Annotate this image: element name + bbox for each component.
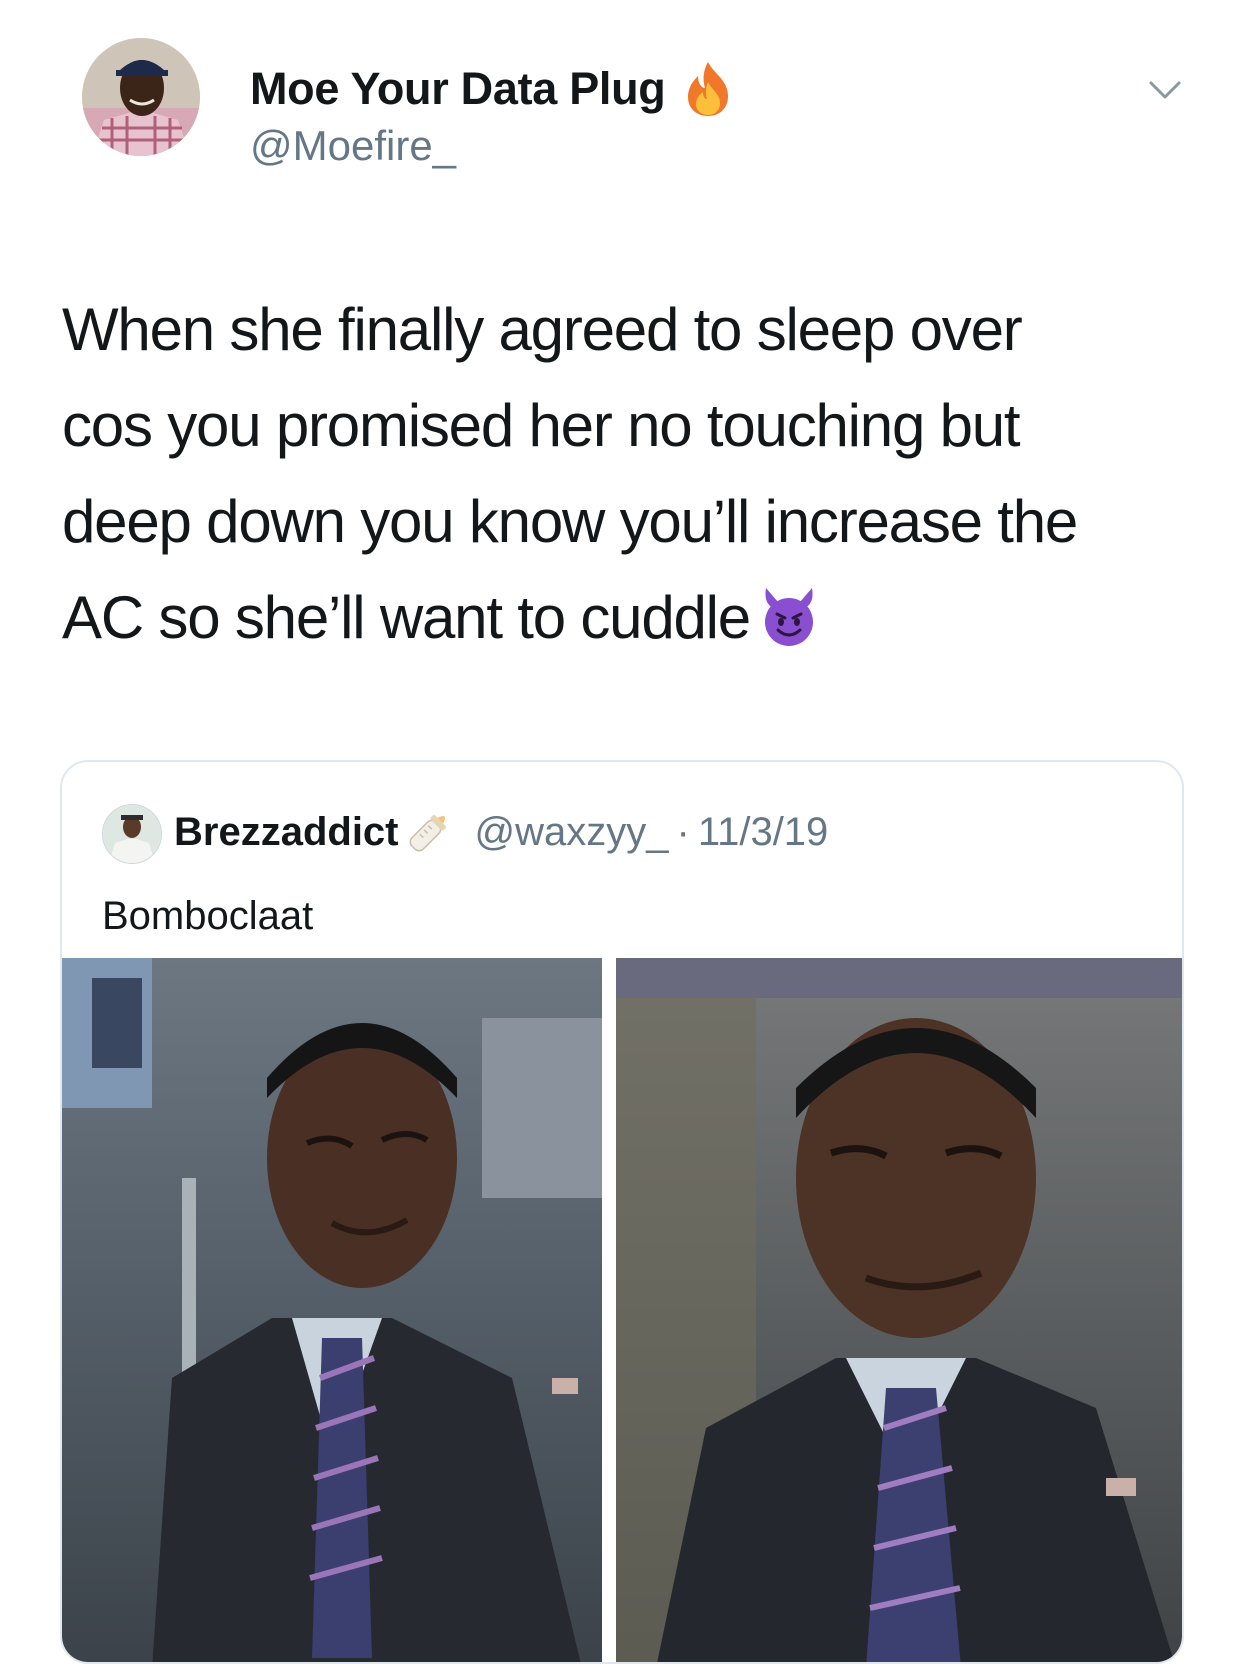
quoted-tweet-header: Brezzaddict @waxzyy_ · 11/3/19 — [174, 806, 828, 858]
media-divider — [602, 958, 616, 1662]
quoted-author-avatar[interactable] — [102, 804, 162, 864]
quoted-author-name[interactable]: Brezzaddict — [174, 810, 399, 855]
tweet-text: When she finally agreed to sleep over co… — [62, 282, 1212, 666]
tweet-text-line-last: AC so she’ll want to cuddle — [62, 570, 1212, 666]
fire-icon — [687, 62, 728, 116]
tweet-text-line: deep down you know you’ll increase the — [62, 488, 1078, 555]
meta-separator: · — [676, 809, 690, 854]
author-handle[interactable]: @Moefire_ — [250, 122, 456, 170]
quoted-tweet-media — [62, 958, 1182, 1662]
author-avatar[interactable] — [82, 38, 200, 156]
baby-bottle-icon — [409, 815, 446, 852]
quoted-author-avatar-photo — [103, 805, 161, 863]
quoted-tweet-text: Bomboclaat — [102, 894, 314, 938]
quoted-author-handle[interactable]: @waxzyy_ — [475, 810, 669, 855]
chevron-down-icon[interactable] — [1148, 78, 1182, 102]
media-photo-2-image — [616, 958, 1182, 1662]
quoted-tweet-card[interactable]: Brezzaddict @waxzyy_ · 11/3/19 Bomboclaa… — [60, 760, 1184, 1664]
media-photo-1[interactable] — [62, 958, 602, 1662]
author-display-name[interactable]: Moe Your Data Plug — [250, 63, 666, 115]
tweet-text-line: cos you promised her no touching but — [62, 392, 1021, 459]
media-photo-2[interactable] — [616, 958, 1182, 1662]
quoted-tweet-date[interactable]: 11/3/19 — [698, 810, 829, 855]
tweet-text-line: When she finally agreed to sleep over — [62, 296, 1023, 363]
author-name-row[interactable]: Moe Your Data Plug — [250, 60, 732, 118]
smiling-devil-icon — [764, 588, 813, 646]
tweet-text-line: AC so she’ll want to cuddle — [62, 584, 751, 651]
author-avatar-photo — [82, 38, 200, 156]
media-photo-1-image — [62, 958, 602, 1662]
